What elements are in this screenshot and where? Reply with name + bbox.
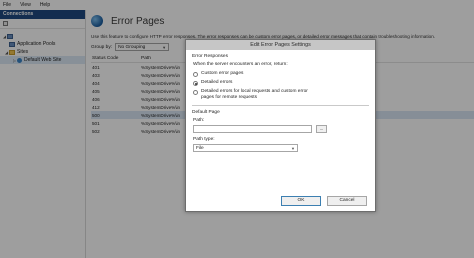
option-detailed-local-custom-remote[interactable]: Detailed errors for local requests and c… [193, 89, 369, 101]
path-type-select[interactable]: File ▼ [193, 144, 298, 152]
option-custom-error-pages[interactable]: Custom error pages [193, 71, 369, 77]
browse-button[interactable]: ... [316, 125, 327, 133]
ok-button[interactable]: OK [281, 196, 321, 206]
error-question: When the server encounters an error, ret… [193, 62, 288, 67]
path-input[interactable] [193, 125, 312, 133]
dialog-title: Edit Error Pages Settings [250, 42, 311, 48]
option-label: Custom error pages [201, 71, 244, 76]
option-detailed-errors[interactable]: Detailed errors [193, 80, 369, 86]
chevron-down-icon: ▼ [291, 145, 295, 151]
error-responses-label: Error Responses [192, 54, 228, 59]
path-row: ... [193, 125, 369, 133]
dialog-body: Error Responses When the server encounte… [192, 54, 369, 152]
radio-detailed-errors[interactable] [193, 80, 198, 86]
option-label: Detailed errors [201, 80, 233, 85]
section-divider [192, 105, 369, 106]
option-label: Detailed errors for local requests and c… [201, 89, 308, 100]
path-type-label: Path type: [193, 137, 215, 142]
radio-custom-error-pages[interactable] [193, 71, 198, 77]
path-type-value: File [196, 145, 204, 151]
edit-error-pages-dialog: Edit Error Pages Settings Error Response… [185, 39, 376, 212]
radio-detailed-local[interactable] [193, 89, 198, 95]
cancel-button[interactable]: Cancel [327, 196, 367, 206]
dialog-title-bar: Edit Error Pages Settings [186, 40, 375, 50]
path-label: Path: [193, 118, 205, 123]
default-page-label: Default Page [192, 110, 220, 115]
